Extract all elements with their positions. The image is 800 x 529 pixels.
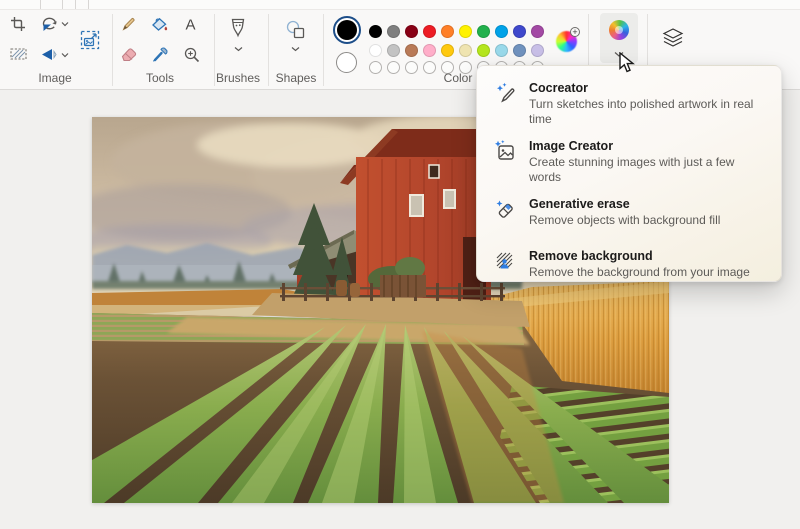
shapes-icon[interactable] [286,20,305,39]
chevron-down-icon[interactable] [61,21,69,27]
magnifier-icon[interactable] [184,47,200,63]
menubar-edge [0,0,800,10]
menu-item-cocreator[interactable]: Cocreator Turn sketches into polished ar… [483,76,775,127]
menu-item-description: Remove the background from your image [529,265,750,280]
menu-item-description: Create stunning images with just a few w… [529,155,767,185]
color-swatch[interactable] [405,44,418,57]
layers-icon [662,28,684,48]
custom-color-slot[interactable] [405,61,418,74]
paint-window: Image A Tools [0,0,800,529]
remove-background-icon [493,249,517,278]
menu-item-image-creator[interactable]: Image Creator Create stunning images wit… [483,134,775,185]
menu-item-title: Remove background [529,248,750,264]
pencil-icon[interactable] [121,16,137,32]
color-swatch[interactable] [495,25,508,38]
select-icon[interactable] [10,47,27,61]
color-swatch[interactable] [369,44,382,57]
brushes-icon[interactable] [229,18,247,40]
group-label-image: Image [20,71,90,85]
chevron-down-icon[interactable] [291,46,300,52]
mouse-cursor [619,52,637,74]
color-1-swatch [337,20,357,40]
crop-icon[interactable] [10,16,26,32]
color-swatch[interactable] [477,25,490,38]
color-swatch[interactable] [423,44,436,57]
color-swatch[interactable] [495,44,508,57]
color-swatch[interactable] [459,25,472,38]
group-label-tools: Tools [125,71,195,85]
group-separator [112,14,113,86]
color-2[interactable] [336,52,357,73]
palette-row-2 [369,44,544,57]
color-swatch[interactable] [459,44,472,57]
color-swatch[interactable] [387,44,400,57]
menu-item-title: Generative erase [529,196,720,212]
group-label-shapes: Shapes [261,71,331,85]
menu-item-remove-background[interactable]: Remove background Remove the background … [483,244,775,289]
menu-item-description: Remove objects with background fill [529,213,720,228]
color-swatch[interactable] [513,44,526,57]
color-swatch[interactable] [387,25,400,38]
svg-text:A: A [185,17,195,33]
custom-color-slot[interactable] [387,61,400,74]
copilot-menu: Cocreator Turn sketches into polished ar… [476,65,782,282]
color-swatch[interactable] [369,25,382,38]
add-color-badge: + [570,27,580,37]
generative-erase-icon [493,197,517,226]
custom-color-slot[interactable] [369,61,382,74]
text-icon[interactable]: A [183,16,198,32]
color-swatch[interactable] [423,25,436,38]
image-creator-icon [493,139,517,168]
flip-icon[interactable] [41,48,57,61]
eraser-icon[interactable] [120,47,138,62]
menu-item-title: Image Creator [529,138,767,154]
copilot-icon [609,20,629,40]
color-1-selected[interactable] [333,16,361,44]
menu-item-title: Cocreator [529,80,767,96]
chevron-down-icon[interactable] [234,46,243,52]
color-swatch[interactable] [441,44,454,57]
menu-item-description: Turn sketches into polished artwork in r… [529,97,767,127]
fill-with-color-icon[interactable] [151,17,169,33]
layers-button[interactable] [652,13,694,63]
color-swatch[interactable] [405,25,418,38]
chevron-down-icon[interactable] [61,52,69,58]
color-swatch[interactable] [441,25,454,38]
menu-item-generative-erase[interactable]: Generative erase Remove objects with bac… [483,192,775,237]
color-swatch[interactable] [531,44,544,57]
color-swatch[interactable] [531,25,544,38]
palette-row-1 [369,25,544,38]
rotate-icon[interactable] [41,17,58,32]
cocreator-icon [493,81,517,110]
color-swatch[interactable] [513,25,526,38]
color-swatch[interactable] [477,44,490,57]
resize-icon[interactable] [80,30,100,50]
color-picker-icon[interactable] [152,46,168,63]
